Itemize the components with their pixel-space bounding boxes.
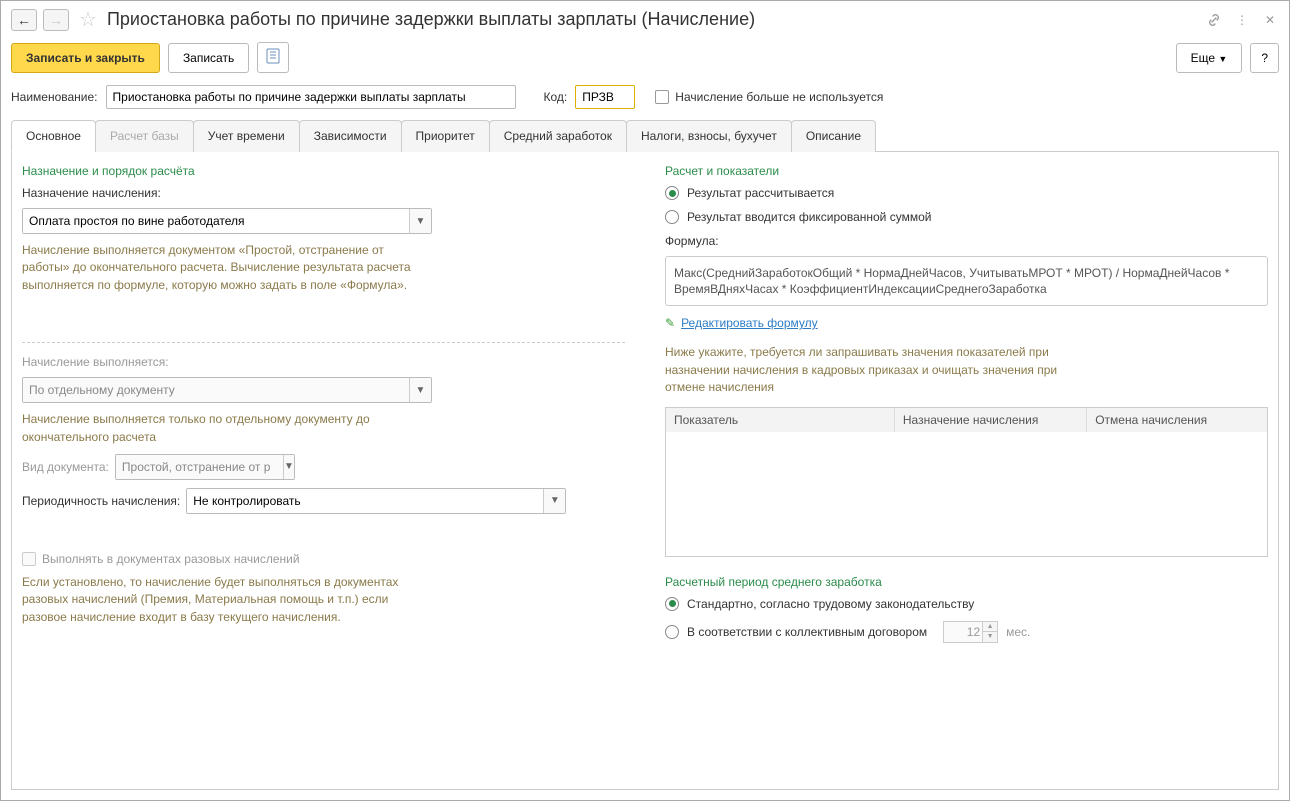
assign-help: Начисление выполняется документом «Прост… [22,242,432,294]
favorite-star-icon[interactable]: ☆ [79,7,97,32]
result-calc-label: Результат рассчитывается [687,186,834,200]
doc-type-value [116,455,283,479]
indicators-table[interactable]: Показатель Назначение начисления Отмена … [665,407,1268,557]
col-cancel: Отмена начисления [1087,408,1267,432]
code-input[interactable] [575,85,635,109]
chevron-down-icon: ▼ [1218,54,1227,64]
code-label: Код: [544,90,568,104]
chevron-down-icon: ▼ [283,455,294,479]
period-custom-label: В соответствии с коллективным договором [687,625,927,639]
section-period-title: Расчетный период среднего заработка [665,575,1268,589]
once-docs-help: Если установлено, то начисление будет вы… [22,574,432,626]
document-list-icon [266,48,280,67]
exec-value [23,378,409,402]
tab-dependencies[interactable]: Зависимости [299,120,402,152]
assign-value[interactable] [23,209,409,233]
once-docs-checkbox [22,552,36,566]
save-and-close-button[interactable]: Записать и закрыть [11,43,160,73]
edit-formula-link[interactable]: Редактировать формулу [681,316,818,330]
close-icon[interactable]: ✕ [1261,11,1279,29]
assign-select[interactable]: ▼ [22,208,432,234]
assign-label: Назначение начисления: [22,186,625,200]
tab-base-calc[interactable]: Расчет базы [95,120,194,152]
months-input [943,621,983,643]
tab-main[interactable]: Основное [11,120,96,152]
kebab-menu-icon[interactable]: ⋮ [1233,11,1251,29]
window-title: Приостановка работы по причине задержки … [107,9,1199,30]
divider [22,342,625,343]
section-calc-title: Расчет и показатели [665,164,1268,178]
period-standard-radio[interactable] [665,597,679,611]
periodicity-label: Периодичность начисления: [22,494,180,508]
tab-priority[interactable]: Приоритет [401,120,490,152]
document-list-button[interactable] [257,42,289,73]
tab-taxes[interactable]: Налоги, взносы, бухучет [626,120,792,152]
help-button[interactable]: ? [1250,43,1279,73]
not-used-checkbox[interactable] [655,90,669,104]
chevron-down-icon[interactable]: ▼ [409,209,431,233]
result-fixed-label: Результат вводится фиксированной суммой [687,210,931,224]
name-label: Наименование: [11,90,98,104]
periodicity-value[interactable] [187,489,543,513]
result-calc-radio[interactable] [665,186,679,200]
periodicity-select[interactable]: ▼ [186,488,566,514]
spinner-up-icon: ▲ [983,622,997,632]
doc-type-label: Вид документа: [22,460,109,474]
col-indicator: Показатель [666,408,894,432]
tab-description[interactable]: Описание [791,120,876,152]
exec-select: ▼ [22,377,432,403]
once-docs-label: Выполнять в документах разовых начислени… [42,552,300,566]
chevron-down-icon[interactable]: ▼ [543,489,565,513]
doc-type-select: ▼ [115,454,295,480]
nav-back-button[interactable]: ← [11,9,37,31]
chevron-down-icon: ▼ [409,378,431,402]
exec-help: Начисление выполняется только по отдельн… [22,411,432,446]
col-assign: Назначение начисления [894,408,1086,432]
more-button[interactable]: Еще ▼ [1176,43,1243,73]
nav-forward-button[interactable]: → [43,9,69,31]
not-used-label: Начисление больше не используется [675,90,883,104]
period-custom-radio[interactable] [665,625,679,639]
pencil-icon: ✎ [665,316,675,330]
exec-label: Начисление выполняется: [22,355,625,369]
indicators-hint: Ниже укажите, требуется ли запрашивать з… [665,344,1065,396]
tab-avg-earnings[interactable]: Средний заработок [489,120,627,152]
tab-time[interactable]: Учет времени [193,120,300,152]
section-assignment-title: Назначение и порядок расчёта [22,164,625,178]
months-unit: мес. [1006,625,1030,639]
formula-box: Макс(СреднийЗаработокОбщий * НормаДнейЧа… [665,256,1268,306]
period-standard-label: Стандартно, согласно трудовому законодат… [687,597,974,611]
result-fixed-radio[interactable] [665,210,679,224]
link-icon[interactable] [1205,11,1223,29]
spinner-down-icon: ▼ [983,632,997,642]
save-button[interactable]: Записать [168,43,249,73]
name-input[interactable] [106,85,516,109]
formula-label: Формула: [665,234,1268,248]
